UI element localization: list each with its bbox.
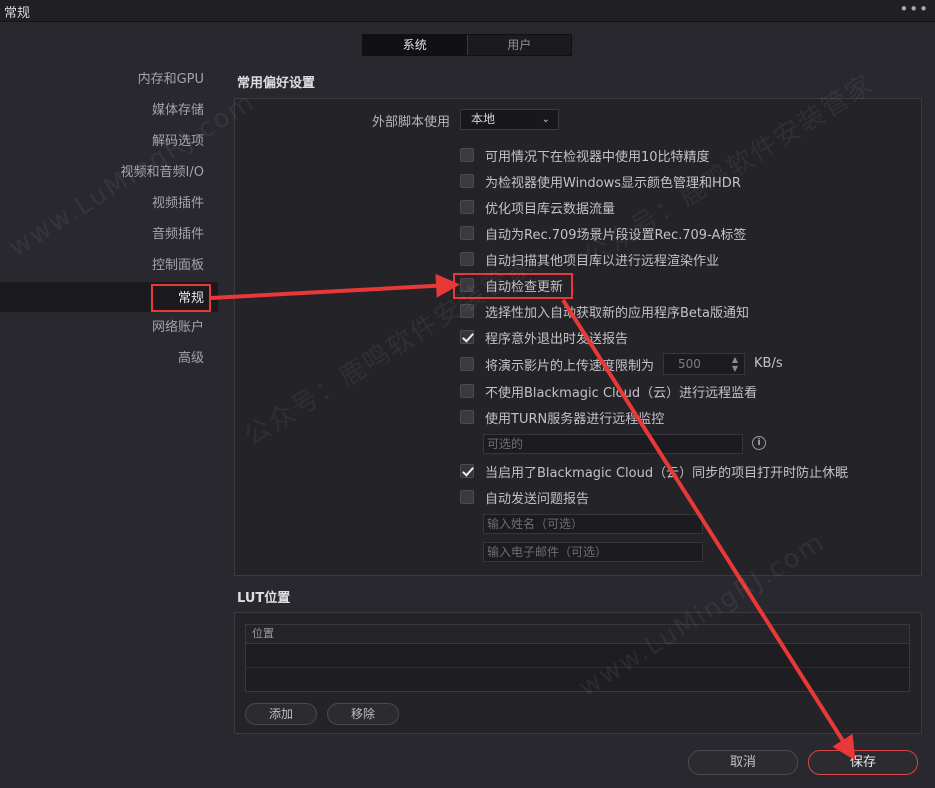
checkbox[interactable] [460, 252, 474, 266]
upload-limit-value: 500 [678, 357, 701, 371]
option-label: 自动检查更新 [485, 279, 564, 295]
option-label: 使用TURN服务器进行远程监控 [485, 411, 665, 427]
external-script-label: 外部脚本使用 [372, 115, 451, 130]
stepper-arrows-icon[interactable]: ▲ ▼ [732, 355, 738, 373]
lut-location-table[interactable]: 位置 [245, 624, 910, 692]
option-crash-report[interactable]: 程序意外退出时发送报告 [460, 328, 629, 347]
checkbox[interactable] [460, 174, 474, 188]
checkbox[interactable] [460, 384, 474, 398]
turn-server-input[interactable]: 可选的 [483, 434, 743, 454]
sidebar-item-memory-gpu[interactable]: 内存和GPU [138, 70, 204, 90]
sidebar-item-video-audio-io[interactable]: 视频和音频I/O [121, 163, 204, 183]
option-rec709a-tag[interactable]: 自动为Rec.709场景片段设置Rec.709-A标签 [460, 224, 747, 243]
option-label: 可用情况下在检视器中使用10比特精度 [485, 149, 710, 165]
save-button[interactable]: 保存 [808, 750, 918, 775]
lut-section-title: LUT位置 [237, 591, 291, 606]
option-scan-remote-render[interactable]: 自动扫描其他项目库以进行远程渲染作业 [460, 250, 720, 269]
option-upload-speed-limit[interactable]: 将演示影片的上传速度限制为 [460, 355, 655, 374]
sidebar-item-label: 常规 [177, 291, 204, 306]
general-section-title: 常用偏好设置 [237, 76, 316, 91]
option-label: 不使用Blackmagic Cloud（云）进行远程监看 [485, 385, 758, 401]
checkbox[interactable] [460, 304, 474, 318]
window-title: 常规 [4, 6, 31, 21]
external-script-value: 本地 [471, 112, 496, 126]
option-label: 将演示影片的上传速度限制为 [485, 358, 655, 374]
option-label: 为检视器使用Windows显示颜色管理和HDR [485, 175, 741, 191]
option-label: 自动扫描其他项目库以进行远程渲染作业 [485, 253, 720, 269]
email-input[interactable]: 输入电子邮件（可选） [483, 542, 703, 562]
checkbox[interactable] [460, 200, 474, 214]
cancel-button[interactable]: 取消 [688, 750, 798, 775]
checkbox[interactable] [460, 357, 474, 371]
option-label: 自动发送问题报告 [485, 491, 590, 507]
checkbox-checked[interactable] [460, 330, 474, 344]
sidebar-item-decode-options[interactable]: 解码选项 [152, 132, 204, 152]
option-label: 优化项目库云数据流量 [485, 201, 616, 217]
checkbox[interactable] [460, 148, 474, 162]
lut-remove-button[interactable]: 移除 [327, 703, 399, 725]
info-icon[interactable]: i [752, 436, 766, 450]
upload-limit-unit: KB/s [754, 356, 783, 371]
checkbox-checked[interactable] [460, 464, 474, 478]
tab-system[interactable]: 系统 [363, 35, 468, 55]
option-prevent-sleep[interactable]: 当启用了Blackmagic Cloud（云）同步的项目打开时防止休眠 [460, 462, 849, 481]
sidebar-item-media-storage[interactable]: 媒体存储 [152, 101, 204, 121]
sidebar-item-network-accounts[interactable]: 网络账户 [152, 318, 204, 338]
checkbox[interactable] [460, 226, 474, 240]
option-label: 程序意外退出时发送报告 [485, 331, 629, 347]
option-10bit-viewer[interactable]: 可用情况下在检视器中使用10比特精度 [460, 146, 710, 165]
lut-column-header: 位置 [246, 625, 909, 644]
option-label: 选择性加入自动获取新的应用程序Beta版通知 [485, 305, 749, 321]
option-optimize-cloud-traffic[interactable]: 优化项目库云数据流量 [460, 198, 616, 217]
settings-tabs: 系统 用户 [362, 34, 572, 56]
option-auto-check-updates[interactable]: 自动检查更新 [460, 276, 564, 295]
option-label: 当启用了Blackmagic Cloud（云）同步的项目打开时防止休眠 [485, 465, 849, 481]
option-no-cloud-remote-monitor[interactable]: 不使用Blackmagic Cloud（云）进行远程监看 [460, 382, 758, 401]
sidebar-item-video-plugins[interactable]: 视频插件 [152, 194, 204, 214]
more-dots-icon[interactable]: ••• [899, 0, 929, 18]
option-turn-server[interactable]: 使用TURN服务器进行远程监控 [460, 408, 665, 427]
table-row[interactable] [246, 644, 909, 668]
sidebar-item-general[interactable]: 常规 [0, 282, 218, 312]
title-bar: 常规 ••• [0, 0, 935, 22]
sidebar-item-control-panels[interactable]: 控制面板 [152, 256, 204, 276]
tab-user[interactable]: 用户 [468, 35, 572, 55]
upload-limit-stepper[interactable]: 500 ▲ ▼ [663, 353, 745, 375]
lut-add-button[interactable]: 添加 [245, 703, 317, 725]
checkbox[interactable] [460, 410, 474, 424]
checkbox[interactable] [460, 490, 474, 504]
option-auto-send-reports[interactable]: 自动发送问题报告 [460, 488, 590, 507]
option-beta-notifications[interactable]: 选择性加入自动获取新的应用程序Beta版通知 [460, 302, 749, 321]
external-script-dropdown[interactable]: 本地 ⌄ [460, 109, 559, 130]
name-input[interactable]: 输入姓名（可选） [483, 514, 703, 534]
sidebar-item-advanced[interactable]: 高级 [178, 349, 204, 369]
sidebar-item-audio-plugins[interactable]: 音频插件 [152, 225, 204, 245]
option-label: 自动为Rec.709场景片段设置Rec.709-A标签 [485, 227, 747, 243]
chevron-down-icon: ⌄ [541, 114, 550, 125]
option-windows-color-hdr[interactable]: 为检视器使用Windows显示颜色管理和HDR [460, 172, 741, 191]
checkbox[interactable] [460, 278, 474, 292]
